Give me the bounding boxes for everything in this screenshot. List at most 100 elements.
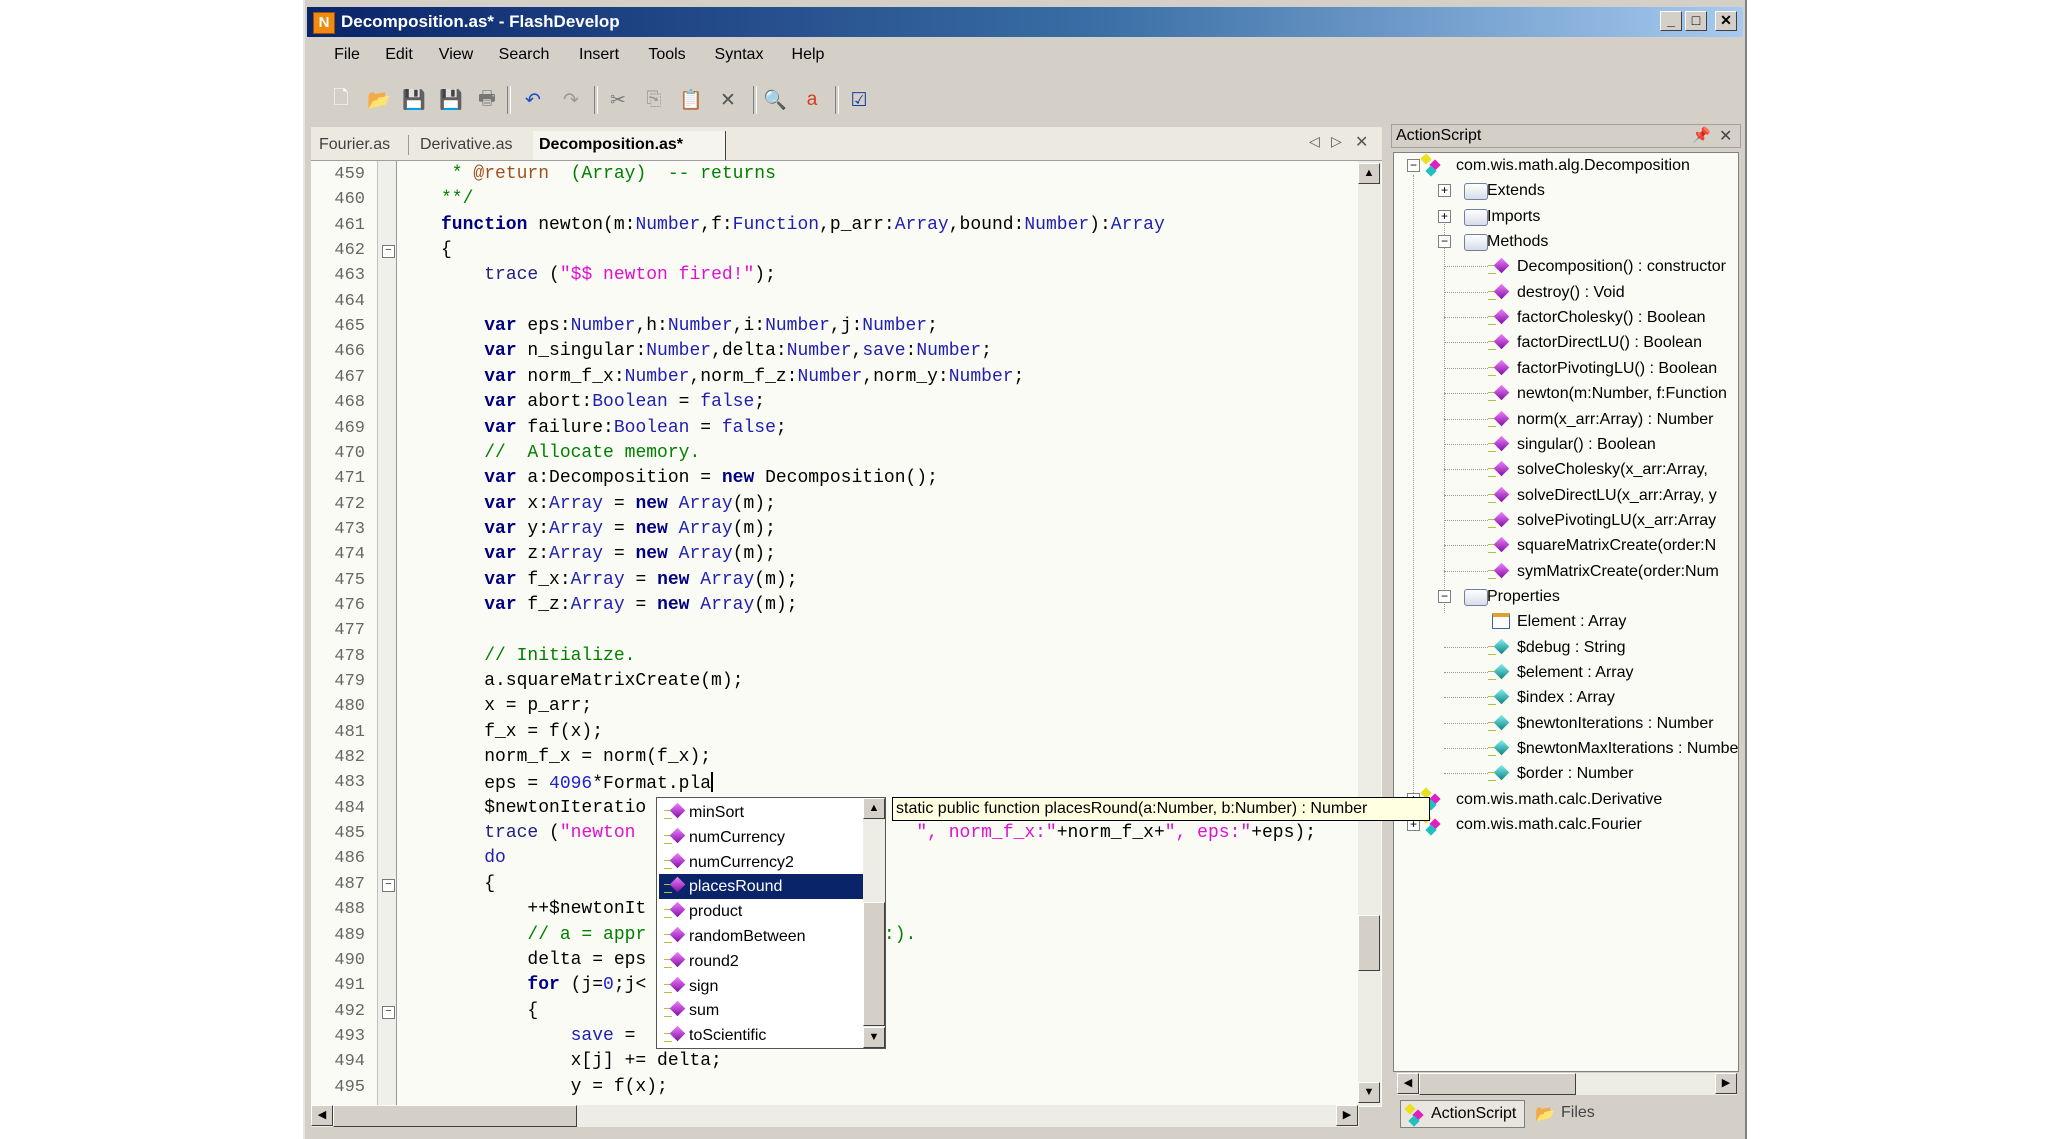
code-text[interactable]: var n_singular:Number,delta:Number,save:… — [441, 341, 992, 361]
save-icon[interactable]: 💾 — [402, 88, 426, 112]
scroll-up-button[interactable]: ▲ — [1358, 163, 1380, 184]
code-text[interactable]: ++$newtonIt — [441, 899, 646, 919]
menu-syntax[interactable]: Syntax — [715, 46, 764, 64]
tree-horizontal-scrollbar[interactable]: ◀ ▶ — [1397, 1073, 1737, 1095]
find-icon[interactable]: 🔍 — [763, 88, 787, 112]
menu-edit[interactable]: Edit — [385, 46, 413, 64]
tree-item[interactable]: destroy() : Void — [1394, 280, 1738, 305]
tree-item[interactable]: $debug : String — [1394, 635, 1738, 660]
code-text[interactable]: delta = eps — [441, 950, 646, 970]
scroll-thumb[interactable] — [333, 1105, 577, 1127]
tree-item[interactable]: Element : Array — [1394, 609, 1738, 634]
tree-item[interactable]: − Methods — [1394, 229, 1738, 254]
autocomplete-item[interactable]: placesRound — [659, 874, 863, 900]
tree-item[interactable]: solveCholesky(x_arr:Array, — [1394, 457, 1738, 482]
autocomplete-item[interactable]: minSort — [659, 800, 863, 825]
autocomplete-item[interactable]: randomBetween — [659, 924, 863, 949]
code-text[interactable]: var z:Array = new Array(m); — [441, 544, 776, 564]
code-text[interactable]: for (j=0;j< — [441, 975, 646, 995]
tree-item[interactable]: $newtonMaxIterations : Number — [1394, 736, 1738, 761]
check-syntax-icon[interactable]: ☑ — [847, 88, 871, 112]
code-text[interactable]: * @return (Array) -- returns — [441, 164, 776, 184]
code-text[interactable]: norm_f_x = norm(f_x); — [441, 747, 711, 767]
code-text[interactable]: eps = 4096*Format.pla — [441, 772, 714, 794]
tree-item[interactable]: solvePivotingLU(x_arr:Array — [1394, 508, 1738, 533]
maximize-button[interactable]: □ — [1685, 11, 1707, 31]
scroll-left-button[interactable]: ◀ — [311, 1105, 333, 1126]
autocomplete-item[interactable]: product — [659, 899, 863, 924]
tree-item[interactable]: $element : Array — [1394, 660, 1738, 685]
title-bar[interactable]: N Decomposition.as* - FlashDevelop _ □ ✕ — [307, 7, 1743, 37]
tree-item[interactable]: factorCholesky() : Boolean — [1394, 305, 1738, 330]
autocomplete-item[interactable]: toScientific — [659, 1023, 863, 1048]
tree-item[interactable]: $index : Array — [1394, 685, 1738, 710]
menu-file[interactable]: File — [334, 46, 360, 64]
editor-horizontal-scrollbar[interactable]: ◀ ▶ — [311, 1105, 1359, 1127]
autocomplete-item[interactable]: numCurrency2 — [659, 850, 863, 875]
tree-item[interactable]: − com.wis.math.alg.Decomposition — [1394, 153, 1738, 178]
fold-toggle-icon[interactable]: − — [382, 245, 395, 259]
tab-derivative[interactable]: Derivative.as — [420, 131, 525, 160]
minimize-button[interactable]: _ — [1660, 11, 1682, 31]
tree-item[interactable]: symMatrixCreate(order:Num — [1394, 559, 1738, 584]
tree-item[interactable]: +com.wis.math.calc.Derivative — [1394, 787, 1738, 812]
code-text[interactable]: var eps:Number,h:Number,i:Number,j:Numbe… — [441, 316, 938, 336]
code-text[interactable]: var y:Array = new Array(m); — [441, 519, 776, 539]
scroll-thumb[interactable] — [863, 902, 885, 1026]
menu-insert[interactable]: Insert — [579, 46, 619, 64]
tree-item[interactable]: $newtonIterations : Number — [1394, 711, 1738, 736]
tree-item[interactable]: + Extends — [1394, 178, 1738, 203]
editor-vertical-scrollbar[interactable]: ▲ ▼ — [1358, 161, 1381, 1106]
code-text[interactable]: { — [441, 240, 452, 260]
scroll-down-button[interactable]: ▼ — [1358, 1082, 1380, 1103]
tree-item[interactable]: + Imports — [1394, 204, 1738, 229]
menu-search[interactable]: Search — [499, 46, 550, 64]
autocomplete-scrollbar[interactable]: ▲ ▼ — [863, 798, 885, 1048]
fold-toggle-icon[interactable]: − — [382, 1005, 395, 1019]
scroll-up-button[interactable]: ▲ — [863, 798, 885, 819]
new-file-icon[interactable]: 🗋 — [329, 88, 353, 112]
redo-icon[interactable]: ↷ — [559, 88, 583, 112]
code-text[interactable]: function newton(m:Number,f:Function,p_ar… — [441, 215, 1165, 235]
panel-close-icon[interactable]: ✕ — [1719, 126, 1732, 146]
tree-item[interactable]: newton(m:Number, f:Function — [1394, 381, 1738, 406]
tree-item[interactable]: factorDirectLU() : Boolean — [1394, 330, 1738, 355]
replace-icon[interactable]: a — [800, 88, 824, 112]
code-text[interactable]: save = — [441, 1026, 646, 1046]
tree-item[interactable]: Decomposition() : constructor — [1394, 254, 1738, 279]
menu-tools[interactable]: Tools — [648, 46, 685, 64]
code-text[interactable]: var abort:Boolean = false; — [441, 392, 765, 412]
autocomplete-item[interactable]: numCurrency — [659, 825, 863, 850]
pin-icon[interactable]: 📌 — [1692, 126, 1711, 144]
tab-fourier[interactable]: Fourier.as — [319, 131, 399, 160]
tab-decomposition[interactable]: Decomposition.as* — [533, 131, 726, 160]
code-text[interactable]: **/ — [441, 189, 473, 209]
scroll-down-button[interactable]: ▼ — [863, 1027, 885, 1048]
code-text[interactable]: $newtonIteratio — [441, 798, 646, 818]
print-icon[interactable]: 🖶 — [475, 88, 499, 112]
expand-icon[interactable]: + — [1438, 209, 1451, 223]
menu-view[interactable]: View — [439, 46, 473, 64]
scroll-right-button[interactable]: ▶ — [1336, 1105, 1358, 1126]
code-text[interactable]: trace ("$$ newton fired!"); — [441, 265, 776, 285]
autocomplete-item[interactable]: sign — [659, 974, 863, 999]
code-text[interactable]: { — [441, 874, 495, 894]
open-file-icon[interactable]: 📂 — [367, 88, 391, 112]
expand-icon[interactable]: + — [1438, 184, 1451, 198]
code-text[interactable]: var f_x:Array = new Array(m); — [441, 570, 797, 590]
tab-next-icon[interactable]: ▷ — [1331, 133, 1342, 150]
code-text[interactable]: var a:Decomposition = new Decomposition(… — [441, 468, 938, 488]
code-text[interactable]: y = f(x); — [441, 1077, 668, 1097]
code-text[interactable]: var f_z:Array = new Array(m); — [441, 595, 797, 615]
code-text[interactable]: a.squareMatrixCreate(m); — [441, 671, 743, 691]
delete-icon[interactable]: ✕ — [716, 88, 740, 112]
paste-icon[interactable]: 📋 — [679, 88, 703, 112]
save-all-icon[interactable]: 💾 — [439, 88, 463, 112]
menu-help[interactable]: Help — [792, 46, 825, 64]
code-text[interactable]: f_x = f(x); — [441, 722, 603, 742]
code-text[interactable]: var x:Array = new Array(m); — [441, 494, 776, 514]
code-text[interactable]: var failure:Boolean = false; — [441, 418, 786, 438]
code-text[interactable]: x[j] += delta; — [441, 1051, 722, 1071]
fold-toggle-icon[interactable]: − — [382, 878, 395, 892]
code-text[interactable]: x = p_arr; — [441, 696, 592, 716]
